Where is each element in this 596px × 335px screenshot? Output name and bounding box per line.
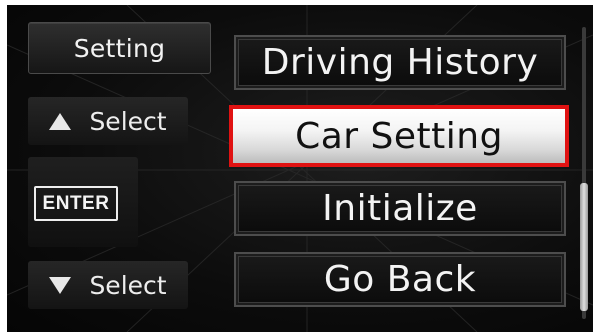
arrow-down-icon xyxy=(49,276,72,294)
panel-title: Setting xyxy=(73,33,166,63)
menu-item-driving-history[interactable]: Driving History xyxy=(234,35,566,90)
menu-screen: Setting Select ENTER Select Driving Hist… xyxy=(7,5,593,332)
select-down-button[interactable]: Select xyxy=(28,261,188,309)
enter-button[interactable]: ENTER xyxy=(34,186,118,221)
select-up-label: Select xyxy=(89,106,167,136)
menu-item-label: Driving History xyxy=(261,42,539,83)
select-down-label: Select xyxy=(89,270,167,300)
menu-item-car-setting[interactable]: Car Setting xyxy=(229,105,569,167)
menu-item-label: Car Setting xyxy=(295,115,503,157)
menu-item-label: Go Back xyxy=(323,259,477,300)
select-up-button[interactable]: Select xyxy=(28,97,188,145)
menu-item-go-back[interactable]: Go Back xyxy=(234,252,566,307)
menu-item-initialize[interactable]: Initialize xyxy=(234,181,566,236)
arrow-up-icon xyxy=(49,112,72,130)
setting-panel-header: Setting xyxy=(28,22,211,74)
scrollbar-thumb[interactable] xyxy=(580,183,588,311)
menu-item-label: Initialize xyxy=(322,188,478,229)
